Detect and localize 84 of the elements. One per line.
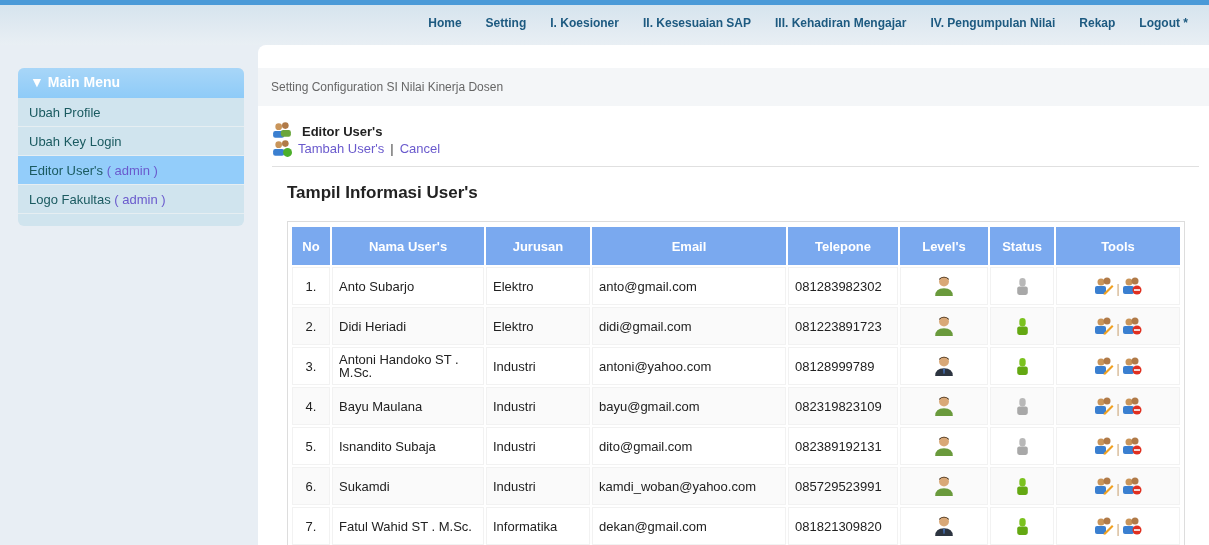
- table-cell: 6.: [292, 467, 330, 505]
- table-cell: 5.: [292, 427, 330, 465]
- table-cell: 2.: [292, 307, 330, 345]
- sidebar-item[interactable]: Editor User's ( admin ): [18, 156, 244, 185]
- add-users-icon: [272, 139, 292, 157]
- delete-user-icon[interactable]: [1121, 396, 1142, 415]
- edit-user-icon[interactable]: [1094, 316, 1115, 335]
- table-cell: Industri: [486, 427, 590, 465]
- edit-user-icon[interactable]: [1094, 516, 1115, 535]
- breadcrumb: Setting Configuration SI Nilai Kinerja Dosen: [258, 68, 1209, 106]
- table-cell: Fatul Wahid ST . M.Sc.: [332, 507, 484, 545]
- table-cell: 081821309820: [788, 507, 898, 545]
- nav-link[interactable]: Home: [428, 16, 462, 30]
- edit-user-icon[interactable]: [1094, 476, 1115, 495]
- column-header: Tools: [1056, 227, 1180, 265]
- nav-link[interactable]: II. Kesesuaian SAP: [642, 16, 751, 30]
- tool-separator: |: [1116, 443, 1120, 457]
- table-cell: Industri: [486, 467, 590, 505]
- edit-user-icon[interactable]: [1094, 396, 1115, 415]
- column-header: Level's: [900, 227, 988, 265]
- nav-link[interactable]: III. Kehadiran Mengajar: [775, 16, 907, 30]
- table-cell: Bayu Maulana: [332, 387, 484, 425]
- table-cell: Elektro: [486, 307, 590, 345]
- table-cell: 1.: [292, 267, 330, 305]
- tool-separator: |: [1116, 523, 1120, 537]
- table-cell: 7.: [292, 507, 330, 545]
- add-user-link[interactable]: Tambah User's: [298, 140, 385, 156]
- table-cell: 082319823109: [788, 387, 898, 425]
- nav-link[interactable]: Logout *: [1139, 16, 1188, 30]
- nav-link[interactable]: IV. Pengumpulan Nilai: [930, 16, 1056, 30]
- table-cell: 3.: [292, 347, 330, 385]
- table-cell: kamdi_woban@yahoo.com: [592, 467, 786, 505]
- table-cell: 082389192131: [788, 427, 898, 465]
- sidebar-item[interactable]: Ubah Profile: [18, 98, 244, 127]
- edit-user-icon[interactable]: [1094, 356, 1115, 375]
- tool-separator: |: [1116, 283, 1120, 297]
- link-separator: |: [390, 140, 394, 156]
- edit-user-icon[interactable]: [1094, 436, 1115, 455]
- table-cell: Antoni Handoko ST . M.Sc.: [332, 347, 484, 385]
- nav-link[interactable]: Setting: [485, 16, 527, 30]
- column-header: Nama User's: [332, 227, 484, 265]
- cancel-link[interactable]: Cancel: [399, 140, 441, 156]
- column-header: No: [292, 227, 330, 265]
- table-cell: dito@gmail.com: [592, 427, 786, 465]
- table-cell: anto@gmail.com: [592, 267, 786, 305]
- table-cell: Didi Heriadi: [332, 307, 484, 345]
- table-cell: 4.: [292, 387, 330, 425]
- table-cell: Industri: [486, 387, 590, 425]
- delete-user-icon[interactable]: [1121, 476, 1142, 495]
- delete-user-icon[interactable]: [1121, 356, 1142, 375]
- nav-link[interactable]: Rekap: [1079, 16, 1116, 30]
- tool-separator: |: [1116, 363, 1120, 377]
- table-cell: Isnandito Subaja: [332, 427, 484, 465]
- table-cell: 081283982302: [788, 267, 898, 305]
- column-header: Email: [592, 227, 786, 265]
- table-cell: 08128999789: [788, 347, 898, 385]
- delete-user-icon[interactable]: [1121, 276, 1142, 295]
- table-cell: dekan@gmail.com: [592, 507, 786, 545]
- delete-user-icon[interactable]: [1121, 516, 1142, 535]
- column-header: Jurusan: [486, 227, 590, 265]
- table-cell: Industri: [486, 347, 590, 385]
- tool-separator: |: [1116, 483, 1120, 497]
- tool-separator: |: [1116, 323, 1120, 337]
- menu-title: ▼ Main Menu: [18, 68, 244, 98]
- table-cell: 085729523991: [788, 467, 898, 505]
- table-cell: antoni@yahoo.com: [592, 347, 786, 385]
- column-header: Telepone: [788, 227, 898, 265]
- users-icon: [272, 120, 292, 139]
- section-title: Editor User's: [302, 124, 383, 139]
- delete-user-icon[interactable]: [1121, 316, 1142, 335]
- sidebar-item[interactable]: Logo Fakultas ( admin ): [18, 185, 244, 214]
- edit-user-icon[interactable]: [1094, 276, 1115, 295]
- delete-user-icon[interactable]: [1121, 436, 1142, 455]
- table-cell: Sukamdi: [332, 467, 484, 505]
- fieldset-title: Tampil Informasi User's: [286, 182, 479, 204]
- table-cell: Elektro: [486, 267, 590, 305]
- table-cell: didi@gmail.com: [592, 307, 786, 345]
- table-cell: Anto Subarjo: [332, 267, 484, 305]
- table-cell: bayu@gmail.com: [592, 387, 786, 425]
- table-cell: Informatika: [486, 507, 590, 545]
- column-header: Status: [990, 227, 1054, 265]
- tool-separator: |: [1116, 403, 1120, 417]
- nav-link[interactable]: I. Koesioner: [550, 16, 619, 30]
- table-cell: 081223891723: [788, 307, 898, 345]
